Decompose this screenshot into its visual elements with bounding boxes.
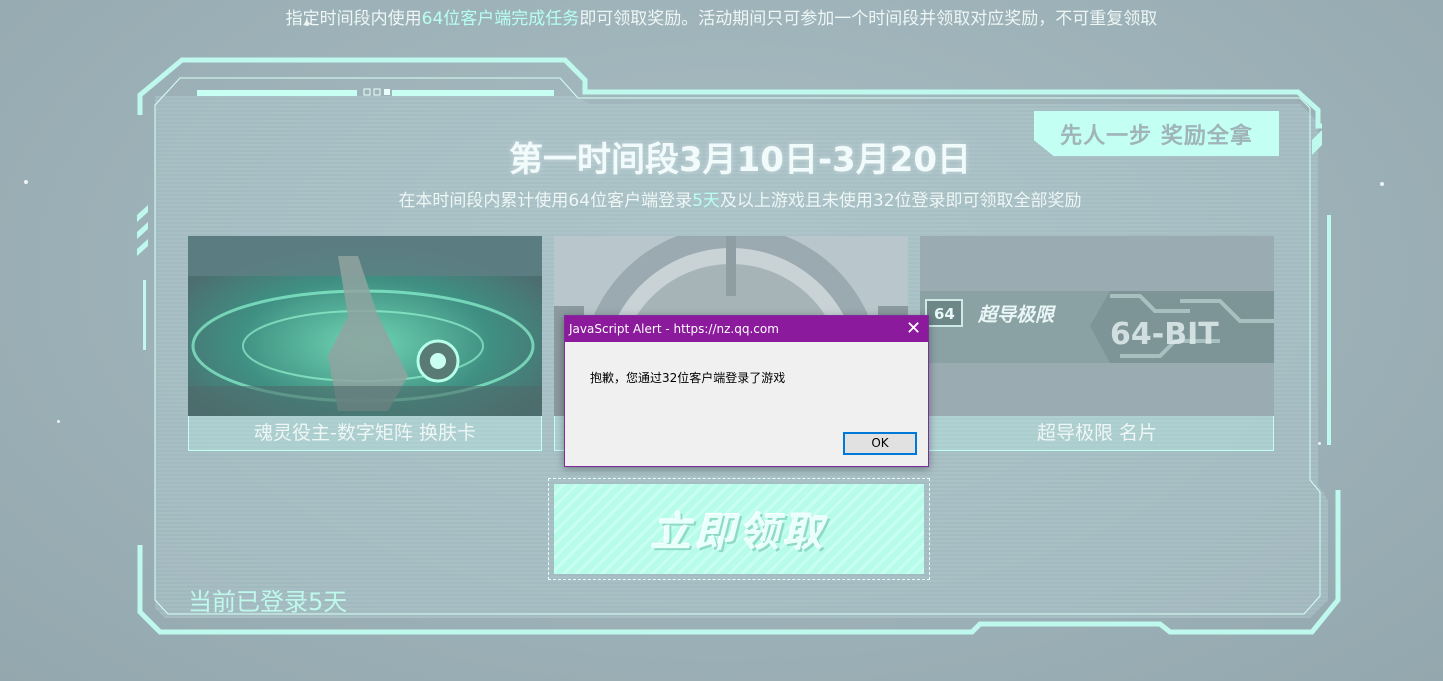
period-desc-highlight: 5天	[692, 191, 720, 211]
claim-reward-button[interactable]: 立即领取	[548, 478, 930, 580]
close-icon[interactable]: ✕	[906, 316, 921, 342]
reward-image-namecard: 64 超导极限 64-BIT	[920, 236, 1274, 416]
dialog-titlebar: JavaScript Alert - https://nz.qq.com ✕	[565, 316, 928, 342]
reward-card-namecard: 64 超导极限 64-BIT 超导极限 名片	[920, 236, 1274, 452]
ok-button[interactable]: OK	[843, 432, 917, 455]
claim-button-label: 立即领取	[554, 484, 924, 574]
period-description: 在本时间段内累计使用64位客户端登录5天及以上游戏且未使用32位登录即可领取全部…	[240, 186, 1240, 211]
login-days-counter: 当前已登录5天	[188, 588, 348, 616]
notice-text-pre: 指定时间段内使用	[285, 9, 422, 29]
reward-card-skin: 魂灵役主-数字矩阵 换肤卡	[188, 236, 542, 452]
notice-text-post: 即可领取奖励。活动期间只可参加一个时间段并领取对应奖励，不可重复领取	[579, 9, 1158, 29]
reward-caption: 魂灵役主-数字矩阵 换肤卡	[188, 416, 542, 451]
namecard-logo: 64	[934, 305, 955, 323]
event-page: 指定时间段内使用64位客户端完成任务即可领取奖励。活动期间只可参加一个时间段并领…	[0, 0, 1443, 681]
javascript-alert-dialog: JavaScript Alert - https://nz.qq.com ✕ 抱…	[564, 315, 929, 467]
dialog-message: 抱歉，您通过32位客户端登录了游戏	[590, 371, 786, 385]
reward-image-skin-card	[188, 236, 542, 416]
namecard-bit-tag: 64-BIT	[1110, 317, 1219, 352]
period-desc-pre: 在本时间段内累计使用64位客户端登录	[398, 191, 693, 211]
namecard-banner-text: 超导极限	[977, 304, 1057, 326]
dialog-title: JavaScript Alert - https://nz.qq.com	[569, 322, 779, 336]
reward-caption: 超导极限 名片	[920, 416, 1274, 451]
event-rules-notice: 指定时间段内使用64位客户端完成任务即可领取奖励。活动期间只可参加一个时间段并领…	[0, 4, 1443, 29]
period-title: 第一时间段3月10日-3月20日	[508, 140, 972, 180]
period-desc-post: 及以上游戏且未使用32位登录即可领取全部奖励	[719, 191, 1082, 211]
notice-text-highlight: 64位客户端完成任务	[421, 9, 580, 29]
